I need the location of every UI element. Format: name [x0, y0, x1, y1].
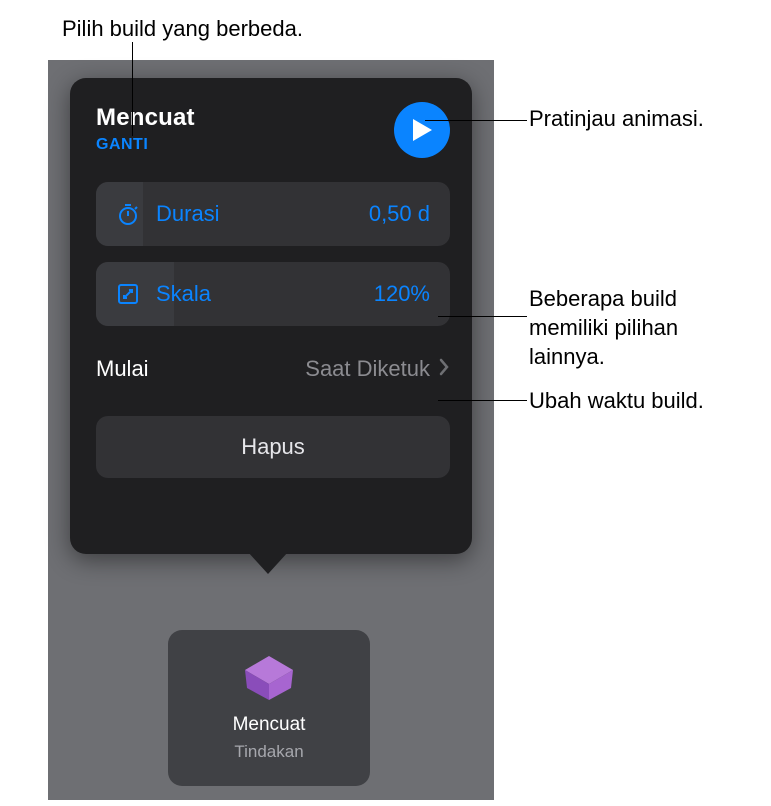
- callout-line: [425, 120, 527, 121]
- callout-options: Beberapa build memiliki pilihan lainnya.: [529, 284, 754, 371]
- callout-line: [132, 42, 133, 136]
- duration-label: Durasi: [156, 201, 369, 227]
- delete-label: Hapus: [241, 434, 305, 460]
- start-label: Mulai: [96, 356, 149, 382]
- stopwatch-icon: [116, 202, 144, 226]
- callout-preview: Pratinjau animasi.: [529, 104, 704, 133]
- build-options-popover: Mencuat GANTI Durasi 0,50 d: [70, 78, 472, 554]
- callout-choose-build: Pilih build yang berbeda.: [62, 14, 303, 43]
- duration-slider[interactable]: Durasi 0,50 d: [96, 182, 450, 246]
- build-name-title: Mencuat: [96, 104, 195, 132]
- build-tile-title: Mencuat: [233, 714, 306, 736]
- delete-build-button[interactable]: Hapus: [96, 416, 450, 478]
- scale-slider[interactable]: Skala 120%: [96, 262, 450, 326]
- popover-tail: [248, 552, 288, 574]
- chevron-right-icon: [438, 357, 450, 382]
- callout-line: [438, 400, 527, 401]
- scale-label: Skala: [156, 281, 374, 307]
- scale-value: 120%: [374, 281, 430, 307]
- build-tile-subtitle: Tindakan: [234, 742, 303, 762]
- scale-icon: [116, 282, 144, 306]
- start-build-selector[interactable]: Mulai Saat Diketuk: [96, 342, 450, 396]
- change-build-button[interactable]: GANTI: [96, 136, 195, 154]
- duration-value: 0,50 d: [369, 201, 430, 227]
- build-tile[interactable]: Mencuat Tindakan: [168, 630, 370, 786]
- start-value: Saat Diketuk: [149, 356, 438, 382]
- preview-animation-button[interactable]: [394, 102, 450, 158]
- callout-line: [438, 316, 527, 317]
- callout-timing: Ubah waktu build.: [529, 386, 704, 415]
- object-thumbnail: [237, 654, 301, 702]
